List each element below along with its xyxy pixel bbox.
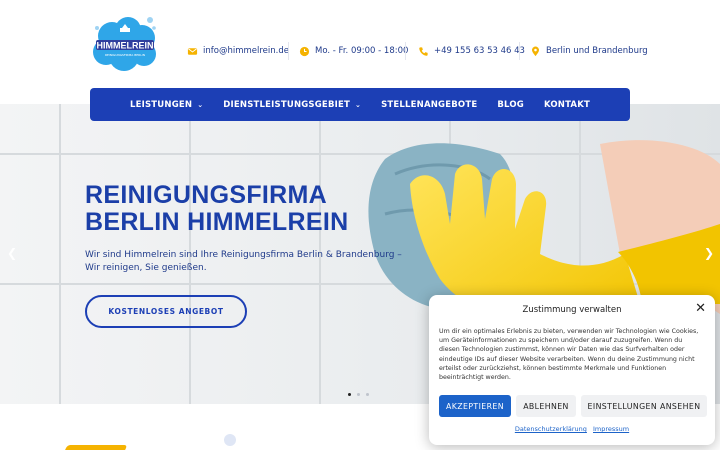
logo-cloud-icon: HIMMELREIN REINIGUNGSFIRMA BERLIN <box>93 17 156 71</box>
nav-item-label: LEISTUNGEN <box>129 99 193 110</box>
decorative-accent-shape <box>64 445 128 450</box>
nav-item-leistungen[interactable]: LEISTUNGEN ⌄ <box>130 100 203 110</box>
contact-email[interactable]: info@himmelrein.de <box>186 43 289 59</box>
nav-item-kontakt[interactable]: KONTAKT <box>544 100 590 110</box>
contact-hours-text: Mo. - Fr. 09:00 - 18:00 <box>315 46 409 56</box>
free-quote-button[interactable]: KOSTENLOSES ANGEBOT <box>85 295 247 328</box>
nav-item-label: KONTAKT <box>543 99 590 110</box>
chevron-left-icon[interactable]: ❮ <box>7 246 17 260</box>
header-divider <box>288 42 289 60</box>
nav-item-label: STELLENANGEBOTE <box>381 99 478 110</box>
nav-item-label: BLOG <box>497 99 524 110</box>
slider-dot[interactable] <box>357 393 360 396</box>
contact-location: Berlin und Brandenburg <box>529 43 648 59</box>
consent-text: Um dir ein optimales Erlebnis zu bieten,… <box>439 328 699 382</box>
chevron-right-icon[interactable]: ❯ <box>704 246 714 260</box>
cookie-consent-dialog: Zustimmung verwalten ✕ Um dir ein optima… <box>429 295 715 445</box>
chevron-down-icon: ⌄ <box>197 100 204 109</box>
logo-name-text: HIMMELREIN <box>97 41 154 51</box>
contact-email-text: info@himmelrein.de <box>203 46 289 56</box>
nav-item-label: DIENSTLEISTUNGSGEBIET <box>223 99 350 110</box>
hero-subtitle: Wir sind Himmelrein sind Ihre Reinigungs… <box>85 250 402 273</box>
contact-phone[interactable]: +49 155 63 53 46 43 <box>417 43 525 59</box>
email-icon <box>186 45 198 57</box>
header-divider <box>405 42 406 60</box>
hero-title: REINIGUNGSFIRMA BERLIN HIMMELREIN <box>85 182 348 236</box>
view-settings-button[interactable]: EINSTELLUNGEN ANSEHEN <box>581 395 707 417</box>
slider-dot[interactable] <box>348 393 351 396</box>
nav-item-dienstleistungsgebiet[interactable]: DIENSTLEISTUNGSGEBIET ⌄ <box>223 100 361 110</box>
slider-dots <box>348 393 369 396</box>
logo-tagline-text: REINIGUNGSFIRMA BERLIN <box>105 53 145 57</box>
phone-icon <box>417 45 429 57</box>
contact-location-text: Berlin und Brandenburg <box>546 46 648 56</box>
main-navigation: LEISTUNGEN ⌄ DIENSTLEISTUNGSGEBIET ⌄ STE… <box>90 88 630 121</box>
contact-phone-text: +49 155 63 53 46 43 <box>434 46 525 56</box>
privacy-policy-link[interactable]: Datenschutzerklärung <box>515 425 587 433</box>
accept-button[interactable]: AKZEPTIEREN <box>439 395 511 417</box>
hero-title-line-1: REINIGUNGSFIRMA <box>85 181 327 209</box>
header-divider <box>519 42 520 60</box>
consent-links: Datenschutzerklärung Impressum <box>429 425 715 433</box>
clock-icon <box>298 45 310 57</box>
location-pin-icon <box>529 45 541 57</box>
slider-dot[interactable] <box>366 393 369 396</box>
consent-title: Zustimmung verwalten <box>522 305 622 315</box>
consent-buttons: AKZEPTIEREN ABLEHNEN EINSTELLUNGEN ANSEH… <box>439 395 707 417</box>
decorative-bubble <box>224 434 236 446</box>
contact-hours: Mo. - Fr. 09:00 - 18:00 <box>298 43 408 59</box>
chevron-down-icon: ⌄ <box>355 100 362 109</box>
imprint-link[interactable]: Impressum <box>593 425 629 433</box>
close-icon[interactable]: ✕ <box>695 302 706 316</box>
himmelrein-logo[interactable]: HIMMELREIN REINIGUNGSFIRMA BERLIN <box>92 14 158 74</box>
hero-title-line-2: BERLIN HIMMELREIN <box>85 208 349 236</box>
nav-item-blog[interactable]: BLOG <box>497 100 524 110</box>
deny-button[interactable]: ABLEHNEN <box>516 395 576 417</box>
nav-item-stellenangebote[interactable]: STELLENANGEBOTE <box>381 100 477 110</box>
